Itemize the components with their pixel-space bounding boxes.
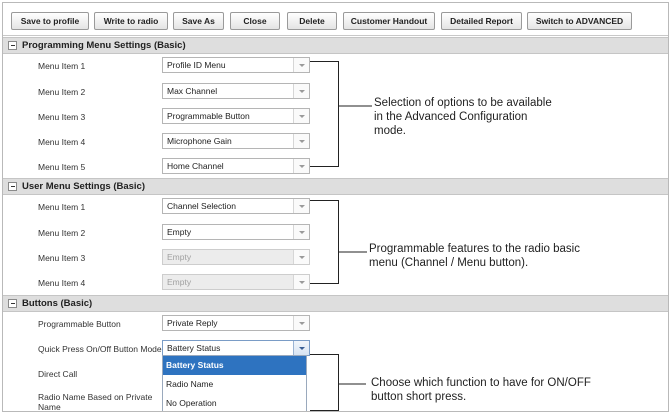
- user-menu-item-3-select: Empty: [162, 249, 310, 265]
- dropdown-option-battery-status[interactable]: Battery Status: [163, 356, 306, 375]
- annotation-line: in the Advanced Configuration: [374, 111, 528, 123]
- quick-press-mode-dropdown: Battery Status Radio Name No Operation: [162, 355, 307, 411]
- save-to-profile-button[interactable]: Save to profile: [11, 12, 89, 30]
- user-menu-item-3-label: Menu Item 3: [38, 253, 86, 263]
- programming-menu-item-3-select[interactable]: Programmable Button: [162, 108, 310, 124]
- chevron-down-icon[interactable]: [293, 58, 309, 72]
- annotation-programming: Selection of options to be available in …: [374, 96, 552, 138]
- section-title: Buttons (Basic): [22, 298, 93, 309]
- annotation-user: Programmable features to the radio basic…: [369, 242, 580, 270]
- toolbar: Save to profile Write to radio Save As C…: [3, 3, 668, 36]
- chevron-down-icon[interactable]: [293, 341, 309, 355]
- annotation-line: Choose which function to have for ON/OFF: [371, 377, 591, 389]
- user-menu-item-1-label: Menu Item 1: [38, 202, 86, 212]
- chevron-down-icon: [293, 250, 309, 264]
- programming-menu-item-4-label: Menu Item 4: [38, 137, 86, 147]
- section-title: User Menu Settings (Basic): [22, 181, 145, 192]
- dropdown-option-radio-name[interactable]: Radio Name: [163, 375, 306, 394]
- programming-menu-item-3-label: Menu Item 3: [38, 112, 86, 122]
- chevron-down-icon[interactable]: [293, 84, 309, 98]
- programming-menu-item-2-select[interactable]: Max Channel: [162, 83, 310, 99]
- quick-press-mode-select[interactable]: Battery Status: [162, 340, 310, 356]
- switch-to-advanced-button[interactable]: Switch to ADVANCED: [527, 12, 632, 30]
- chevron-down-icon[interactable]: [293, 134, 309, 148]
- select-value: Battery Status: [167, 343, 221, 353]
- quick-press-mode-label: Quick Press On/Off Button Mode: [38, 344, 162, 354]
- chevron-down-icon: [293, 275, 309, 289]
- radio-name-label: Radio Name Based on Private Name: [38, 392, 153, 412]
- select-value: Channel Selection: [167, 201, 236, 211]
- user-menu-section-header[interactable]: User Menu Settings (Basic): [3, 178, 668, 195]
- dropdown-option-no-operation[interactable]: No Operation: [163, 394, 306, 411]
- chevron-down-icon[interactable]: [293, 316, 309, 330]
- annotation-line: button short press.: [371, 391, 467, 403]
- close-button[interactable]: Close: [230, 12, 280, 30]
- collapse-minus-icon[interactable]: [8, 41, 17, 50]
- annotation-line: Selection of options to be available: [374, 97, 552, 109]
- select-value: Empty: [167, 252, 192, 262]
- direct-call-label: Direct Call: [38, 369, 78, 379]
- select-value: Home Channel: [167, 161, 224, 171]
- detailed-report-button[interactable]: Detailed Report: [441, 12, 522, 30]
- profile-editor-window: Save to profile Write to radio Save As C…: [2, 2, 669, 412]
- user-menu-item-2-select[interactable]: Empty: [162, 224, 310, 240]
- select-value: Max Channel: [167, 86, 218, 96]
- collapse-minus-icon[interactable]: [8, 299, 17, 308]
- select-value: Profile ID Menu: [167, 60, 226, 70]
- write-to-radio-button[interactable]: Write to radio: [94, 12, 168, 30]
- chevron-down-icon[interactable]: [293, 225, 309, 239]
- chevron-down-icon[interactable]: [293, 159, 309, 173]
- select-value: Microphone Gain: [167, 136, 232, 146]
- chevron-down-icon[interactable]: [293, 109, 309, 123]
- programming-menu-item-1-select[interactable]: Profile ID Menu: [162, 57, 310, 73]
- programming-menu-item-5-select[interactable]: Home Channel: [162, 158, 310, 174]
- annotation-line: Programmable features to the radio basic: [369, 243, 580, 255]
- annotation-line: menu (Channel / Menu button).: [369, 257, 529, 269]
- user-menu-item-4-select: Empty: [162, 274, 310, 290]
- programming-menu-item-1-label: Menu Item 1: [38, 61, 86, 71]
- select-value: Empty: [167, 277, 192, 287]
- programmable-button-label: Programmable Button: [38, 319, 121, 329]
- user-menu-item-4-label: Menu Item 4: [38, 278, 86, 288]
- select-value: Programmable Button: [167, 111, 250, 121]
- programming-menu-section-header[interactable]: Programming Menu Settings (Basic): [3, 37, 668, 54]
- user-menu-item-2-label: Menu Item 2: [38, 228, 86, 238]
- select-value: Empty: [167, 227, 192, 237]
- delete-button[interactable]: Delete: [287, 12, 337, 30]
- customer-handout-button[interactable]: Customer Handout: [343, 12, 435, 30]
- section-title: Programming Menu Settings (Basic): [22, 40, 186, 51]
- save-as-button[interactable]: Save As: [173, 12, 224, 30]
- select-value: Private Reply: [167, 318, 218, 328]
- programming-menu-item-2-label: Menu Item 2: [38, 87, 86, 97]
- annotation-line: mode.: [374, 125, 406, 137]
- programmable-button-select[interactable]: Private Reply: [162, 315, 310, 331]
- chevron-down-icon[interactable]: [293, 199, 309, 213]
- annotation-buttons: Choose which function to have for ON/OFF…: [371, 376, 591, 404]
- programming-menu-item-4-select[interactable]: Microphone Gain: [162, 133, 310, 149]
- collapse-minus-icon[interactable]: [8, 182, 17, 191]
- user-menu-item-1-select[interactable]: Channel Selection: [162, 198, 310, 214]
- buttons-section-header[interactable]: Buttons (Basic): [3, 295, 668, 312]
- programming-menu-item-5-label: Menu Item 5: [38, 162, 86, 172]
